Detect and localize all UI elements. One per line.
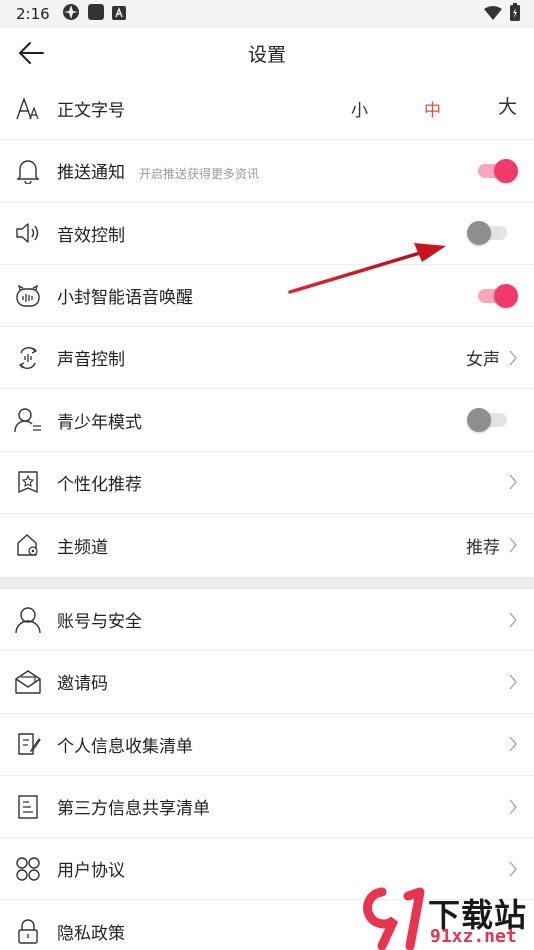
watermark-site: 91xz.net bbox=[430, 926, 517, 947]
watermark-logo: 下载站 91xz.net bbox=[360, 886, 534, 950]
watermark-91-icon bbox=[363, 887, 425, 950]
annotation-arrow bbox=[288, 243, 446, 294]
